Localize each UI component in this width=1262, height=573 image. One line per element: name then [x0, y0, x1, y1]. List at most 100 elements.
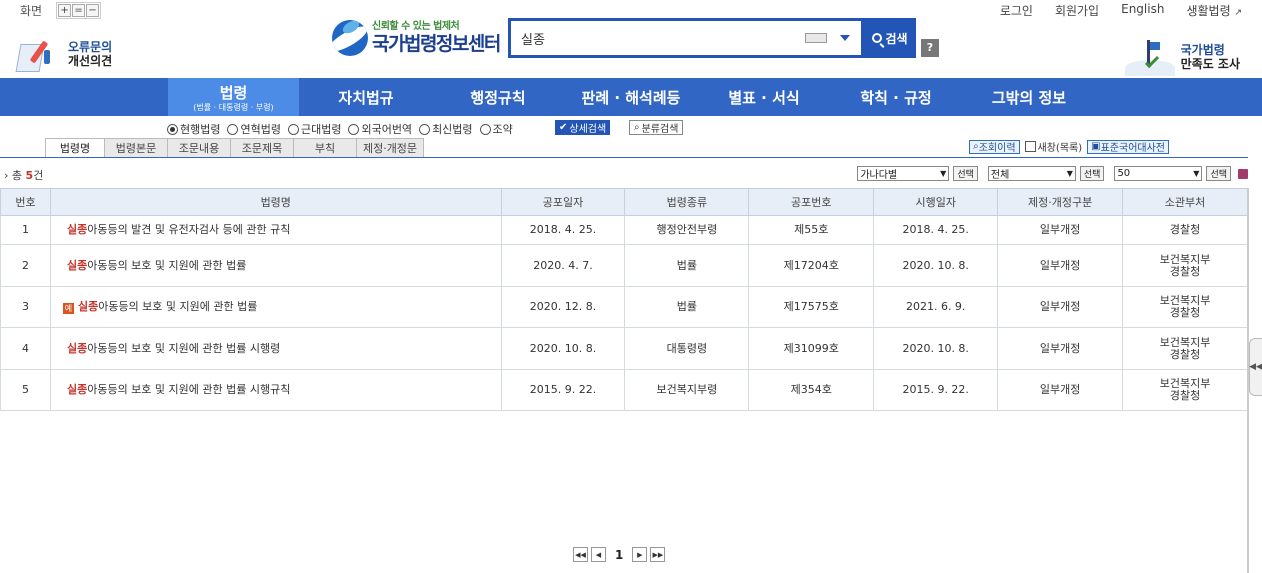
radio-indicator	[167, 123, 178, 135]
survey-line2: 만족도 조사	[1180, 57, 1240, 71]
zoom-reset-button[interactable]: =	[72, 4, 86, 17]
history-label: 조회이력	[978, 143, 1016, 154]
tab-law-name[interactable]: 법령명	[45, 138, 105, 158]
zoom-in-button[interactable]: +	[58, 4, 72, 17]
nav-other-info[interactable]: 그밖의 정보	[979, 78, 1079, 116]
tab-amendment-text[interactable]: 제정·개정문	[357, 138, 424, 158]
nav-school-rules[interactable]: 학칙 · 규정	[846, 78, 946, 116]
revision-type: 일부개정	[997, 369, 1124, 411]
promulgation-number: 제55호	[748, 215, 875, 245]
save-icon[interactable]	[1238, 168, 1248, 179]
chevron-down-icon[interactable]	[835, 28, 855, 48]
filter-select[interactable]: 전체 ▼	[987, 166, 1076, 181]
nav-tables-forms[interactable]: 별표 · 서식	[714, 78, 814, 116]
zoom-out-button[interactable]: −	[86, 4, 100, 17]
row-number: 3	[0, 286, 51, 328]
survey-flag-icon	[1124, 38, 1175, 76]
nav-local-laws[interactable]: 자치법규	[316, 78, 416, 116]
law-name-link[interactable]: 실종아동등의 보호 및 지원에 관한 법률	[49, 244, 502, 287]
category-search-button[interactable]: ⌕ 분류검색	[629, 120, 684, 135]
row-number: 1	[0, 215, 51, 245]
promulgation-date: 2020. 4. 7.	[500, 244, 626, 287]
last-page-icon[interactable]: ▶▶	[650, 547, 666, 562]
search-input[interactable]	[511, 23, 805, 53]
top-links: 로그인 회원가입 English 생활법령 ↗	[1000, 2, 1242, 19]
radio-modern-laws[interactable]: 근대법령	[287, 121, 341, 137]
keyboard-icon[interactable]	[805, 33, 827, 43]
site-logo[interactable]: 신뢰할 수 있는 법제처 국가법령정보센터	[332, 20, 501, 56]
nav-laws-label: 법령	[219, 83, 248, 102]
history-button[interactable]: ⌕ 조회이력	[969, 139, 1020, 154]
effective-date: 2015. 9. 22.	[873, 369, 999, 411]
col-promulgation-date: 공포일자	[500, 188, 626, 216]
radio-treaty[interactable]: 조약	[479, 121, 513, 137]
radio-label: 현행법령	[180, 123, 221, 136]
tab-law-body[interactable]: 법령본문	[105, 138, 168, 158]
check-search-icon: ✔	[559, 122, 568, 133]
english-link[interactable]: English	[1121, 2, 1164, 19]
error-report-link[interactable]: 오류문의 개선의견	[14, 36, 112, 72]
nav-precedents[interactable]: 판례 · 해석례등	[566, 78, 696, 116]
effective-date: 2018. 4. 25.	[873, 215, 999, 245]
survey-link[interactable]: 국가법령 만족도 조사	[1124, 38, 1240, 76]
radio-history-laws[interactable]: 연혁법령	[227, 121, 281, 137]
sort-controls: 가나다별 ▼ 선택 전체 ▼ 선택 50 ▼ 선택	[857, 166, 1248, 181]
detail-search-button[interactable]: ✔ 상세검색	[555, 120, 611, 135]
law-name-link[interactable]: 실종아동등의 보호 및 지원에 관한 법률 시행규칙	[49, 369, 502, 411]
life-law-link[interactable]: 생활법령 ↗	[1186, 2, 1242, 19]
new-window-checkbox[interactable]: 새창(목록)	[1024, 139, 1082, 154]
per-page-select-button[interactable]: 선택	[1206, 166, 1231, 181]
nav-laws[interactable]: 법령 (법률 · 대통령령 · 부령)	[168, 78, 299, 116]
promulgation-number: 제31099호	[748, 327, 875, 370]
life-law-label: 생활법령	[1186, 4, 1231, 18]
revision-type: 일부개정	[997, 215, 1124, 245]
side-panel-toggle[interactable]: ◀◀	[1249, 338, 1262, 396]
department-name: 경찰청	[1169, 306, 1201, 319]
revision-type: 일부개정	[997, 286, 1124, 328]
col-law-kind: 법령종류	[624, 188, 750, 216]
radio-foreign-translation[interactable]: 외국어번역	[348, 121, 412, 137]
law-name-link[interactable]: 실종아동등의 보호 및 지원에 관한 법률 시행령	[49, 327, 502, 370]
dictionary-button[interactable]: ▣ 표준국어대사전	[1087, 139, 1169, 154]
sort-select[interactable]: 가나다별 ▼	[857, 166, 950, 181]
per-page-select[interactable]: 50 ▼	[1114, 166, 1203, 181]
filter-select-button[interactable]: 선택	[1079, 166, 1105, 181]
external-link-icon: ↗	[1234, 8, 1242, 18]
law-name-text: 아동등의 보호 및 지원에 관한 법률 시행규칙	[87, 383, 291, 396]
checkbox-box	[1024, 141, 1036, 152]
row-number: 2	[0, 244, 51, 287]
count-suffix: 건	[33, 169, 44, 182]
sort-select-value: 가나다별	[860, 170, 898, 181]
law-name-text: 아동등의 발견 및 유전자검사 등에 관한 규칙	[87, 223, 291, 236]
promulgation-date: 2018. 4. 25.	[500, 215, 626, 245]
nav-admin-rules[interactable]: 행정규칙	[448, 78, 548, 116]
radio-current-laws[interactable]: 현행법령	[167, 121, 220, 137]
help-button[interactable]: ?	[921, 39, 939, 57]
department: 보건복지부 경찰청	[1122, 369, 1248, 411]
logo-mark-icon	[332, 20, 368, 56]
search-button[interactable]: 검색	[864, 18, 916, 58]
first-page-icon[interactable]: ◀◀	[573, 547, 588, 562]
effective-date: 2021. 6. 9.	[873, 286, 999, 328]
screen-size-control: 화면 + = −	[20, 2, 102, 19]
next-page-icon[interactable]: ▶	[632, 547, 648, 562]
department-name: 경찰청	[1169, 347, 1201, 361]
sort-select-button[interactable]: 선택	[953, 166, 978, 181]
current-page[interactable]: 1	[615, 548, 623, 562]
row-number: 5	[0, 369, 51, 411]
department-name: 경찰청	[1169, 389, 1201, 402]
double-chevron-left-icon: ◀◀	[1249, 362, 1262, 372]
radio-latest-laws[interactable]: 최신법령	[419, 121, 473, 137]
tab-article-title[interactable]: 조문제목	[231, 138, 294, 158]
main-nav: 법령 (법률 · 대통령령 · 부령) 자치법규 행정규칙 판례 · 해석례등 …	[0, 78, 1262, 116]
prev-page-icon[interactable]: ◀	[591, 547, 606, 562]
tab-article-content[interactable]: 조문내용	[168, 138, 231, 158]
login-link[interactable]: 로그인	[1000, 2, 1033, 19]
detail-search-label: 상세검색	[569, 124, 607, 135]
law-name-link[interactable]: 예 실종아동등의 보호 및 지원에 관한 법률	[49, 286, 502, 328]
law-name-link[interactable]: 실종아동등의 발견 및 유전자검사 등에 관한 규칙	[49, 215, 502, 245]
tab-addenda[interactable]: 부칙	[294, 138, 357, 158]
signup-link[interactable]: 회원가입	[1055, 2, 1099, 19]
keyword-highlight: 실종	[66, 341, 88, 355]
radio-indicator	[419, 123, 431, 135]
